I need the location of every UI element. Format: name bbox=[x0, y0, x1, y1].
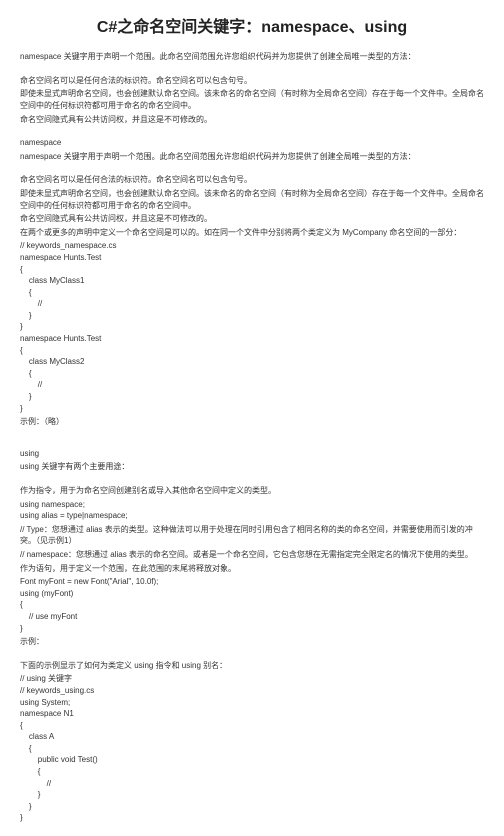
section-header: namespace bbox=[20, 137, 484, 149]
code-line: { bbox=[20, 264, 484, 276]
code-line: namespace Hunts.Test bbox=[20, 333, 484, 345]
code-line: { bbox=[20, 345, 484, 357]
code-line: // keywords_namespace.cs bbox=[20, 240, 484, 252]
code-line: } bbox=[20, 391, 484, 403]
paragraph: 即使未显式声明命名空间，也会创建默认命名空间。该未命名的命名空间（有时称为全局命… bbox=[20, 188, 484, 211]
paragraph: 即使未显式声明命名空间，也会创建默认命名空间。该未命名的命名空间（有时称为全局命… bbox=[20, 88, 484, 111]
document: C#之命名空间关键字：namespace、using namespace 关键字… bbox=[0, 0, 504, 836]
code-line: using (myFont) bbox=[20, 588, 484, 600]
example-label: 示例：（略） bbox=[20, 416, 484, 428]
paragraph: 命名空间名可以是任何合法的标识符。命名空间名可以包含句号。 bbox=[20, 174, 484, 186]
code-line: using alias = type|namespace; bbox=[20, 510, 484, 522]
page-title: C#之命名空间关键字：namespace、using bbox=[20, 16, 484, 39]
code-block-1: // keywords_namespace.cs namespace Hunts… bbox=[20, 240, 484, 414]
code-block-2: using namespace; using alias = type|name… bbox=[20, 499, 484, 522]
paragraph: namespace 关键字用于声明一个范围。此命名空间范围允许您组织代码并为您提… bbox=[20, 151, 484, 163]
code-line: // use myFont bbox=[20, 611, 484, 623]
code-line: { bbox=[20, 766, 484, 778]
paragraph: 命名空间隐式具有公共访问权，并且这是不可修改的。 bbox=[20, 114, 484, 126]
code-line: namespace Hunts.Test bbox=[20, 252, 484, 264]
code-line: } bbox=[20, 789, 484, 801]
code-line: // bbox=[20, 778, 484, 790]
code-line: } bbox=[20, 812, 484, 824]
paragraph: 命名空间隐式具有公共访问权，并且这是不可修改的。 bbox=[20, 213, 484, 225]
paragraph: namespace 关键字用于声明一个范围。此命名空间范围允许您组织代码并为您提… bbox=[20, 51, 484, 63]
code-line: class MyClass2 bbox=[20, 356, 484, 368]
paragraph: using 关键字有两个主要用途： bbox=[20, 461, 484, 473]
code-line: // using 关键字 bbox=[20, 673, 484, 685]
code-line: class A bbox=[20, 731, 484, 743]
paragraph: 下面的示例显示了如何为类定义 using 指令和 using 别名： bbox=[20, 660, 484, 672]
paragraph: 命名空间名可以是任何合法的标识符。命名空间名可以包含句号。 bbox=[20, 75, 484, 87]
code-line: { bbox=[20, 743, 484, 755]
comment-line: // Type：您想通过 alias 表示的类型。这种做法可以用于处理在同时引用… bbox=[20, 524, 484, 547]
section-header: using bbox=[20, 448, 484, 460]
code-block-4: // using 关键字 // keywords_using.cs using … bbox=[20, 673, 484, 824]
code-line: { bbox=[20, 287, 484, 299]
code-line: } bbox=[20, 321, 484, 333]
code-line: } bbox=[20, 310, 484, 322]
comment-line: // namespace：您想通过 alias 表示的命名空间。或者是一个命名空… bbox=[20, 549, 484, 561]
code-line: // bbox=[20, 379, 484, 391]
paragraph: 作为指令，用于为命名空间创建别名或导入其他命名空间中定义的类型。 bbox=[20, 485, 484, 497]
code-line: Font myFont = new Font("Arial", 10.0f); bbox=[20, 576, 484, 588]
code-line: // bbox=[20, 298, 484, 310]
code-block-3: Font myFont = new Font("Arial", 10.0f); … bbox=[20, 576, 484, 634]
code-line: { bbox=[20, 368, 484, 380]
paragraph: 作为语句，用于定义一个范围，在此范围的末尾将释放对象。 bbox=[20, 563, 484, 575]
code-line: class MyClass1 bbox=[20, 275, 484, 287]
code-line: public void Test() bbox=[20, 754, 484, 766]
code-line: // keywords_using.cs bbox=[20, 685, 484, 697]
code-line: namespace N1 bbox=[20, 708, 484, 720]
code-line: } bbox=[20, 801, 484, 813]
code-line: } bbox=[20, 623, 484, 635]
paragraph: 在两个或更多的声明中定义一个命名空间是可以的。如在同一个文件中分别将两个类定义为… bbox=[20, 227, 484, 239]
example-label: 示例： bbox=[20, 636, 484, 648]
code-line: { bbox=[20, 720, 484, 732]
code-line: using namespace; bbox=[20, 499, 484, 511]
code-line: using System; bbox=[20, 697, 484, 709]
code-line: { bbox=[20, 599, 484, 611]
code-line: } bbox=[20, 403, 484, 415]
